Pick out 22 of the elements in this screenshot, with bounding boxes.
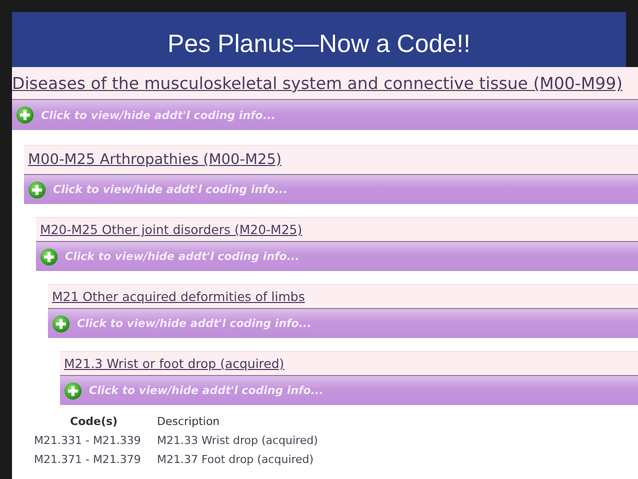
plus-icon[interactable] bbox=[28, 180, 46, 198]
slide-title: Pes Planus—Now a Code!! bbox=[168, 30, 470, 60]
plus-icon[interactable] bbox=[64, 382, 82, 400]
section-heading-link[interactable]: M21 Other acquired deformities of limbs bbox=[52, 289, 305, 304]
section-heading-link[interactable]: Diseases of the musculoskeletal system and connective tissue (M00-M99) bbox=[12, 74, 622, 93]
toggle-label: Click to view/hide addt'l coding info... bbox=[41, 108, 276, 122]
column-header: Code(s) bbox=[69, 415, 119, 428]
plus-icon[interactable] bbox=[16, 106, 34, 124]
table-cell-text: M21.37 Foot drop (acquired) bbox=[157, 453, 315, 466]
table-cell-text: M21.33 Wrist drop (acquired) bbox=[157, 434, 319, 447]
table-cell-text: M21.371 - M21.379 bbox=[33, 453, 142, 466]
plus-icon[interactable] bbox=[52, 314, 70, 332]
toggle-label: Click to view/hide addt'l coding info... bbox=[65, 250, 300, 263]
toggle-label: Click to view/hide addt'l coding info... bbox=[77, 317, 312, 330]
section-heading-link[interactable]: M20-M25 Other joint disorders (M20-M25) bbox=[40, 222, 302, 237]
section-heading-link[interactable]: M21.3 Wrist or foot drop (acquired) bbox=[64, 356, 284, 371]
toggle-label: Click to view/hide addt'l coding info... bbox=[53, 183, 288, 196]
column-header: Description bbox=[157, 415, 221, 428]
table-cell-text: M21.331 - M21.339 bbox=[33, 434, 142, 447]
toggle-label: Click to view/hide addt'l coding info... bbox=[89, 384, 324, 397]
section-heading-link[interactable]: M00-M25 Arthropathies (M00-M25) bbox=[28, 152, 282, 168]
plus-icon[interactable] bbox=[40, 248, 58, 266]
